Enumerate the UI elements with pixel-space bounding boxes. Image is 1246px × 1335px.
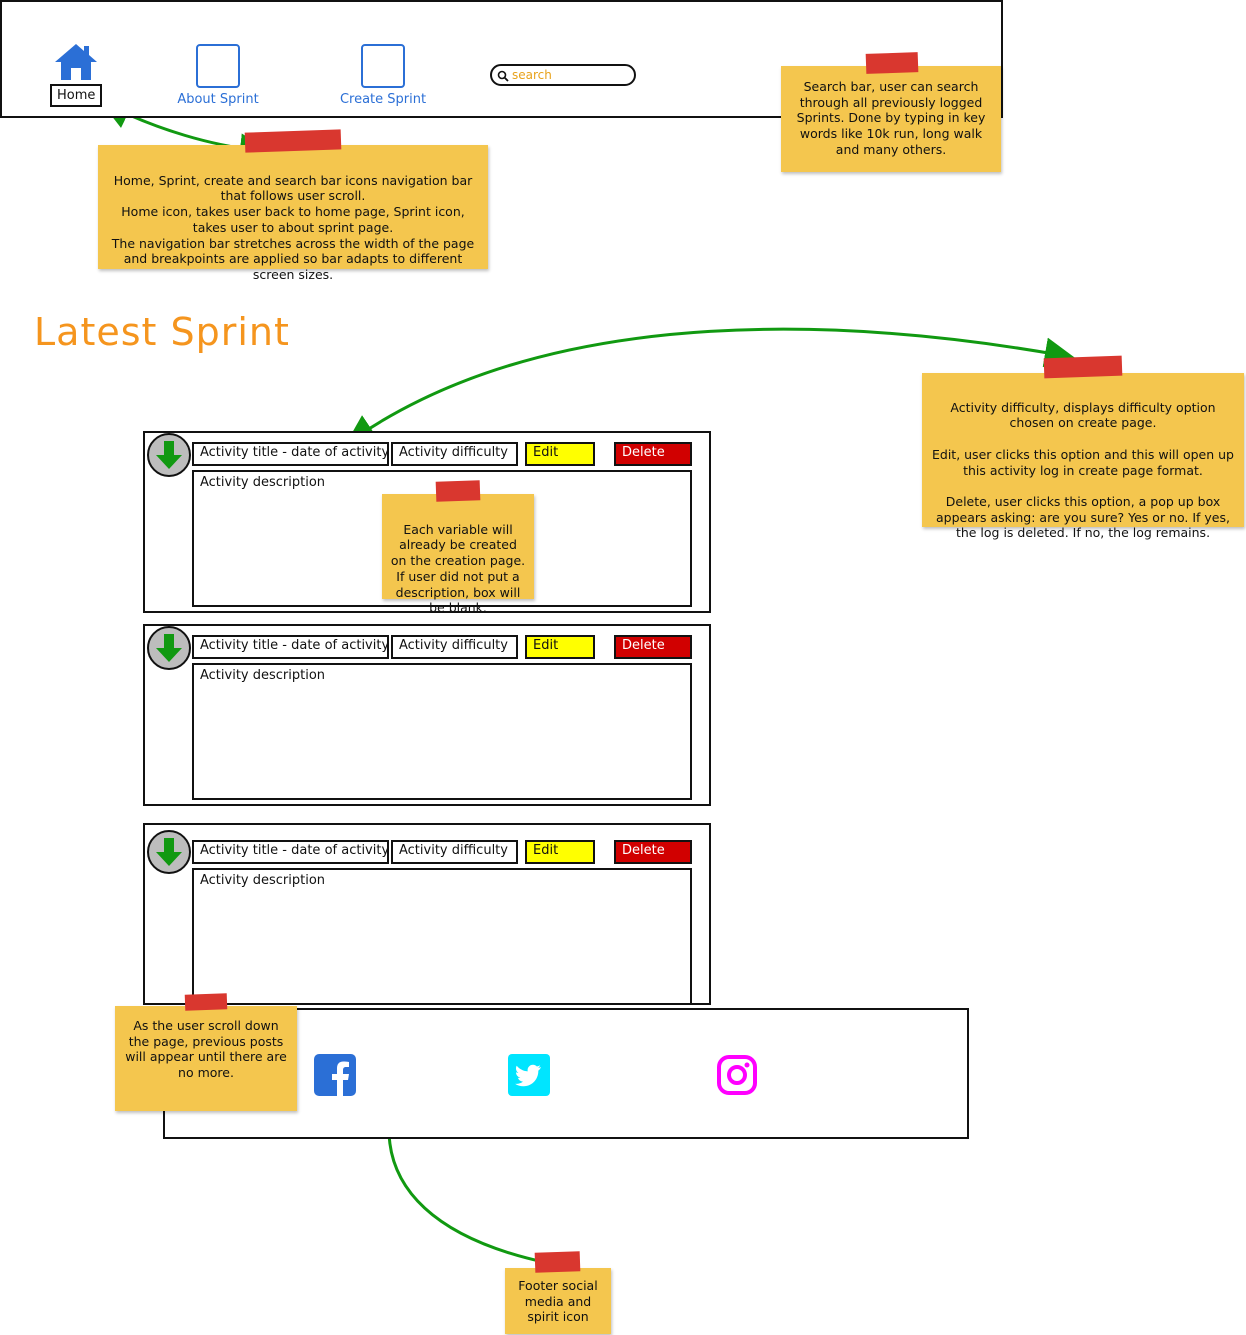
delete-button[interactable]: Delete (614, 442, 692, 466)
scroll-note-tape (184, 993, 228, 1011)
facebook-icon[interactable] (314, 1054, 356, 1096)
activity-description-text: Activity description (200, 873, 326, 888)
nav-home[interactable]: Home (50, 42, 103, 107)
activity-card: Activity title - date of activity Activi… (143, 823, 711, 1005)
home-label[interactable]: Home (50, 84, 103, 107)
arrow-down-icon (156, 441, 182, 469)
expand-button[interactable] (147, 830, 191, 874)
nav-note-text: Home, Sprint, create and search bar icon… (111, 172, 475, 282)
search-input[interactable]: search (490, 64, 636, 86)
activity-description-text: Activity description (200, 668, 326, 683)
footer-note-tape (534, 1251, 581, 1273)
activity-title: Activity title - date of activity (192, 840, 389, 864)
activity-difficulty: Activity difficulty (391, 840, 518, 864)
activity-title: Activity title - date of activity (192, 442, 389, 466)
activity-note-tape (1043, 355, 1123, 379)
edit-button[interactable]: Edit (525, 442, 595, 466)
create-sprint-label[interactable]: Create Sprint (340, 92, 426, 107)
about-sprint-icon (196, 44, 240, 88)
activity-description: Activity description (192, 868, 692, 1005)
scroll-note: As the user scroll down the page, previo… (115, 1006, 297, 1111)
page-title: Latest Sprint (34, 310, 290, 354)
scroll-note-text: As the user scroll down the page, previo… (125, 1018, 287, 1081)
edit-button[interactable]: Edit (525, 635, 595, 659)
expand-button[interactable] (147, 626, 191, 670)
create-sprint-icon (361, 44, 405, 88)
variable-note: Each variable will already be created on… (382, 494, 534, 615)
twitter-icon[interactable] (508, 1054, 550, 1096)
nav-note: Home, Sprint, create and search bar icon… (98, 145, 488, 282)
search-icon (497, 70, 509, 82)
variable-note-tape (435, 480, 481, 502)
search-note-tape (865, 52, 919, 74)
arrow-down-icon (156, 634, 182, 662)
expand-button[interactable] (147, 433, 191, 477)
activity-card: Activity title - date of activity Activi… (143, 624, 711, 806)
delete-button[interactable]: Delete (614, 635, 692, 659)
activity-difficulty: Activity difficulty (391, 442, 518, 466)
activity-difficulty: Activity difficulty (391, 635, 518, 659)
nav-about-sprint[interactable]: About Sprint (172, 44, 264, 107)
nav-note-tape (244, 129, 342, 153)
activity-note: Activity difficulty, displays difficulty… (922, 373, 1244, 540)
search-note-text: Search bar, user can search through all … (796, 79, 986, 157)
activity-description: Activity description (192, 663, 692, 800)
nav-create-sprint[interactable]: Create Sprint (335, 44, 431, 107)
delete-button[interactable]: Delete (614, 840, 692, 864)
footer-note-text: Footer social media and spirit icon (518, 1278, 598, 1325)
activity-note-text: Activity difficulty, displays difficulty… (931, 399, 1234, 541)
about-sprint-label[interactable]: About Sprint (177, 92, 258, 107)
home-icon (55, 44, 97, 80)
edit-button[interactable]: Edit (525, 840, 595, 864)
arrow-down-icon (156, 838, 182, 866)
search-note: Search bar, user can search through all … (781, 66, 1001, 172)
activity-description-text: Activity description (200, 475, 326, 490)
instagram-icon[interactable] (716, 1054, 758, 1096)
activity-title: Activity title - date of activity (192, 635, 389, 659)
footer-note: Footer social media and spirit icon (505, 1268, 611, 1334)
search-placeholder: search (512, 68, 552, 82)
